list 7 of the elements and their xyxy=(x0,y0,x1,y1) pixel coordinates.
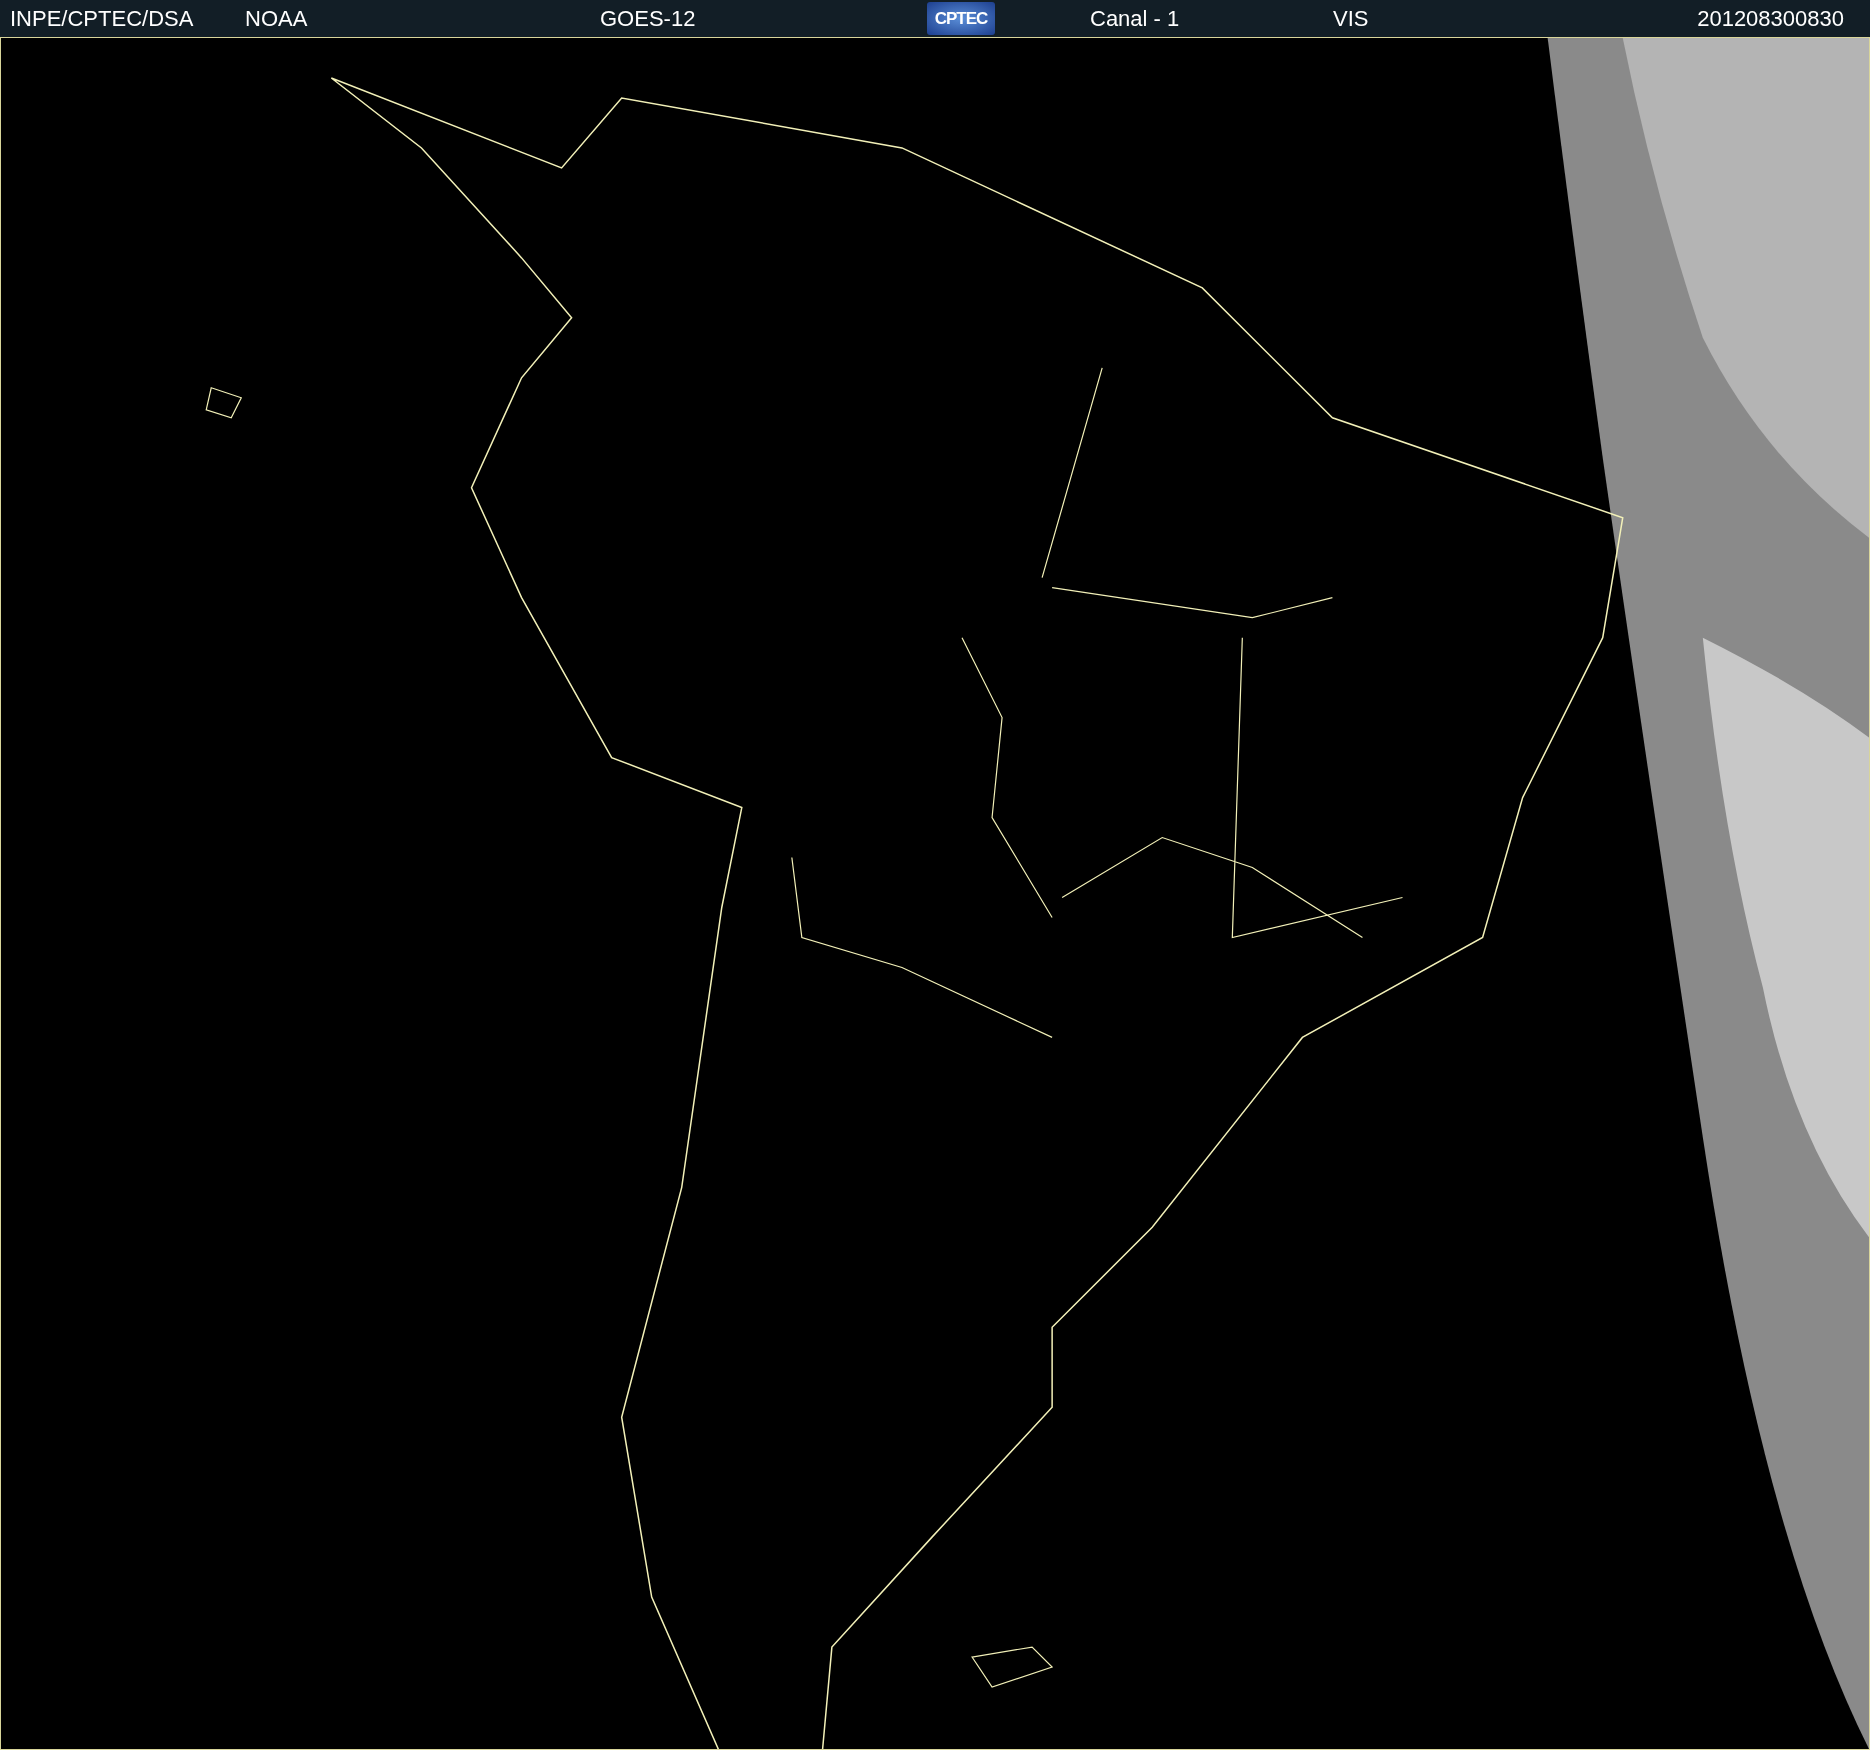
logo: CPTEC xyxy=(927,2,995,35)
agency-label: NOAA xyxy=(245,5,309,32)
source-label: INPE/CPTEC/DSA xyxy=(10,5,195,32)
band-label: VIS xyxy=(1333,5,1370,32)
channel-label: Canal - 1 xyxy=(1090,5,1181,32)
satellite-label: GOES-12 xyxy=(600,5,697,32)
timestamp-label: 201208300830 xyxy=(1697,5,1844,32)
